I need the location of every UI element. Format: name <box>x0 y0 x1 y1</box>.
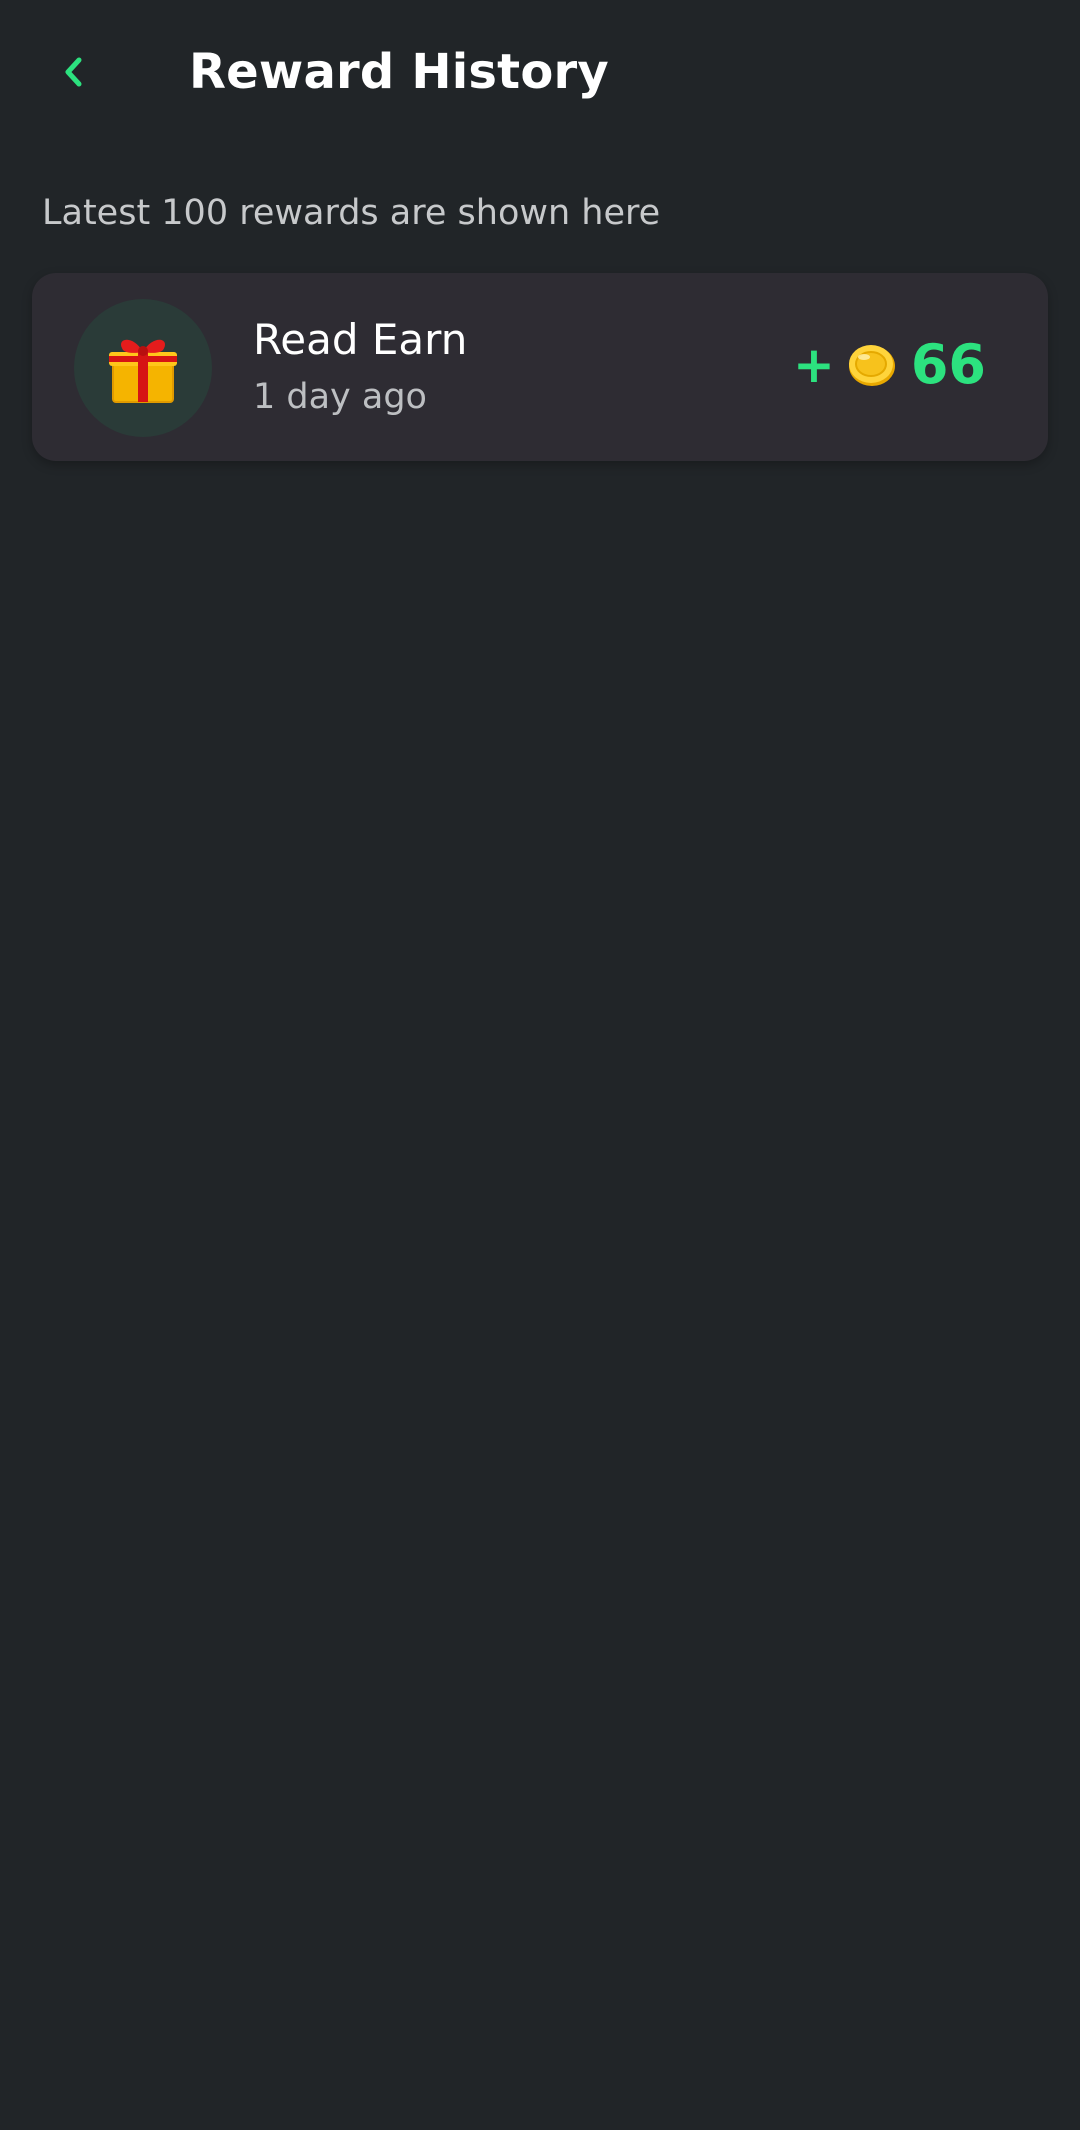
rewards-subtitle: Latest 100 rewards are shown here <box>42 193 661 233</box>
reward-amount-value: 66 <box>910 333 986 396</box>
reward-timestamp: 1 day ago <box>253 377 427 417</box>
top-app-bar: Reward History <box>0 0 1080 145</box>
page-title: Reward History <box>189 44 609 100</box>
coin-icon <box>848 345 895 386</box>
reward-list-item[interactable]: Read Earn 1 day ago + 66 <box>32 273 1048 461</box>
reward-amount: + 66 <box>793 329 986 401</box>
plus-sign: + <box>792 336 835 394</box>
reward-icon-container <box>74 299 212 437</box>
reward-title: Read Earn <box>253 315 468 364</box>
chevron-left-icon <box>65 57 82 87</box>
back-button[interactable] <box>42 40 106 104</box>
gift-icon <box>109 339 177 403</box>
